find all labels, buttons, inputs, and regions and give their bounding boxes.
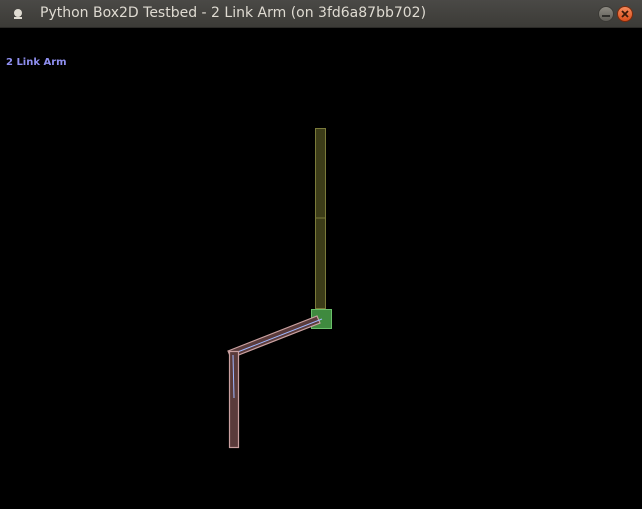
physics-scene <box>227 128 332 449</box>
upper-arm-link <box>227 315 321 359</box>
upper-arm-joint-line <box>229 318 323 356</box>
testbed-window: Python Box2D Testbed - 2 Link Arm (on 3f… <box>0 0 642 509</box>
forearm-link <box>228 350 240 449</box>
